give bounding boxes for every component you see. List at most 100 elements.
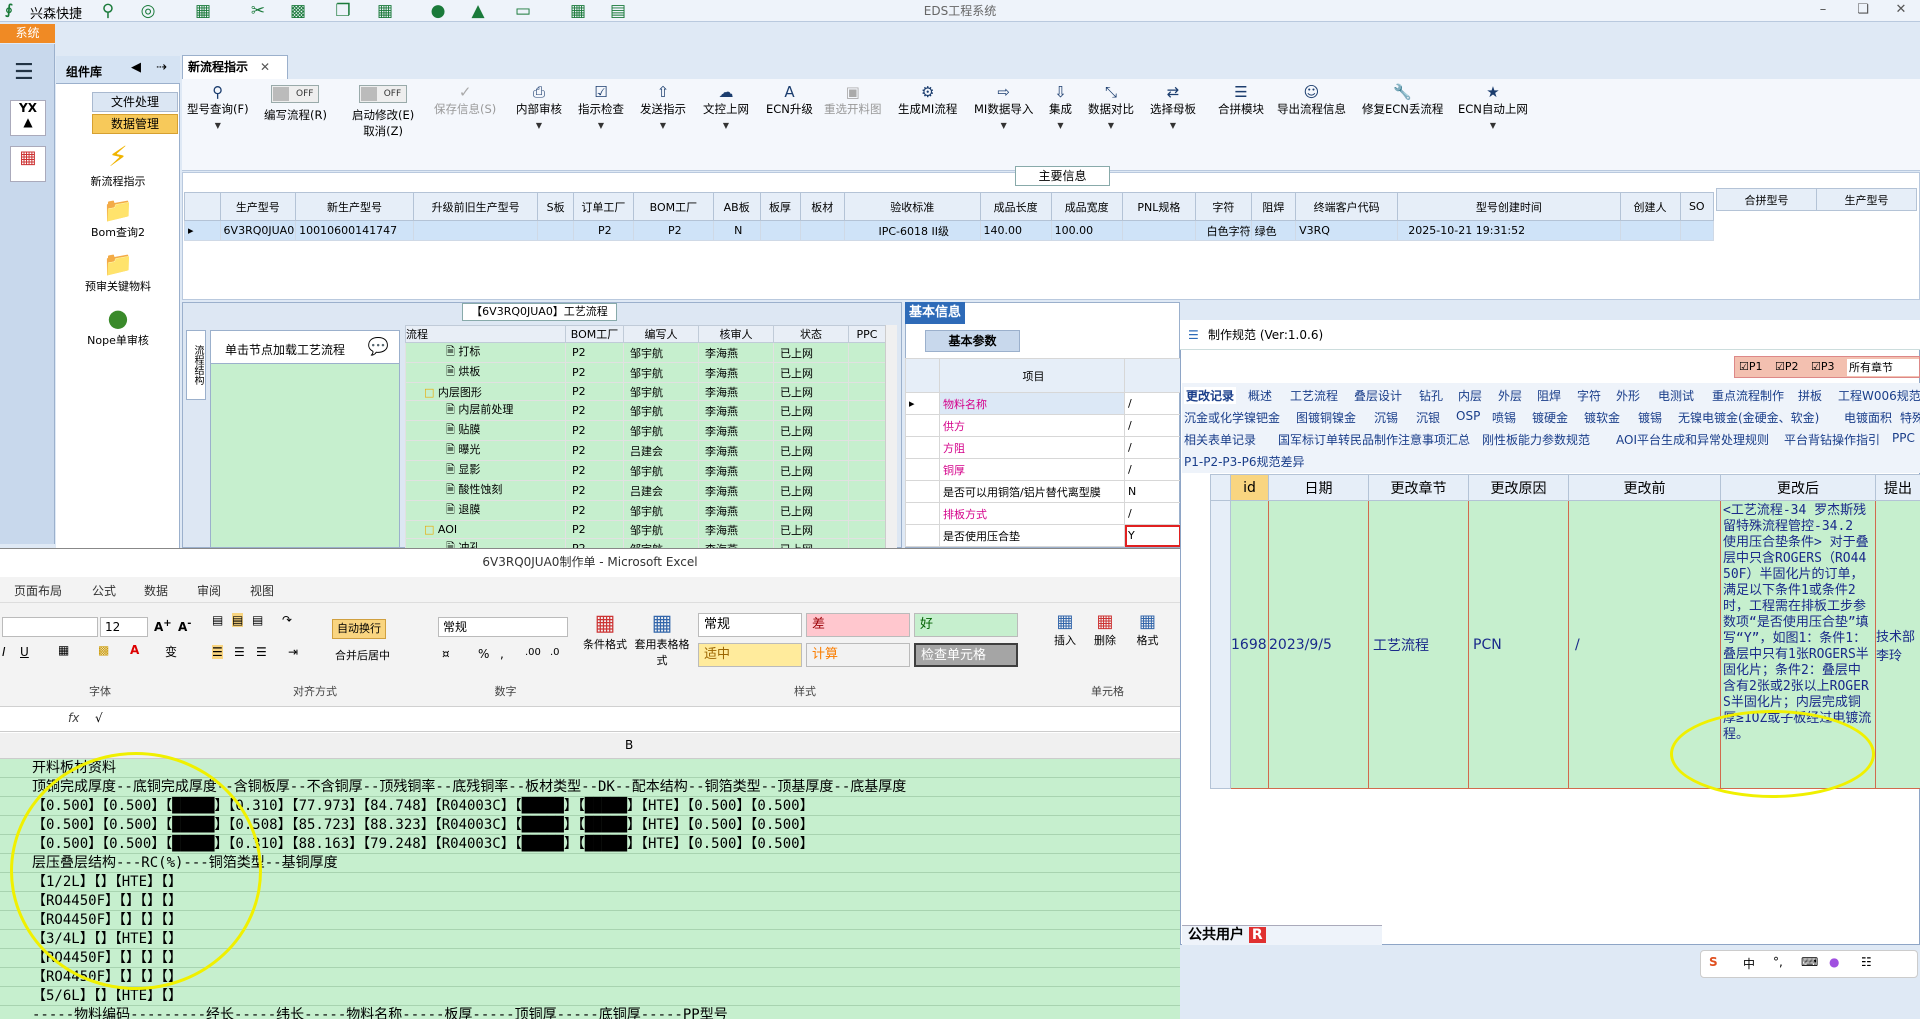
- col-header[interactable]: 订单工厂: [572, 192, 634, 221]
- flow-row-film[interactable]: 🗎 贴膜 P2 邹宇航 李海燕 已上网: [405, 420, 886, 441]
- sogou-icon[interactable]: S: [1709, 955, 1718, 969]
- cell[interactable]: 2025-10-21 19:31:52: [1397, 220, 1621, 241]
- instruction-check-button[interactable]: ☑ 指示检查 ▼: [578, 83, 624, 130]
- chapter-select[interactable]: 所有章节: [1847, 359, 1919, 376]
- flow-row-expose[interactable]: 🗎 曝光 P2 吕建会 李海燕 已上网: [405, 440, 886, 461]
- col-header[interactable]: 编写人: [623, 325, 699, 343]
- style-neutral[interactable]: 适中: [698, 643, 802, 667]
- col-header-id[interactable]: id: [1230, 474, 1269, 501]
- menu-data[interactable]: 数据: [144, 582, 168, 599]
- param-value-pressure-pad[interactable]: Y: [1124, 524, 1181, 547]
- cell[interactable]: [1679, 220, 1715, 241]
- table-row[interactable]: ▸ 6V3RQ0JUA0 10010600141747 P2 P2 N IPC-…: [184, 220, 1715, 241]
- col-header[interactable]: 生产型号: [219, 192, 297, 221]
- col-header[interactable]: 型号创建时间: [1397, 192, 1621, 221]
- col-header[interactable]: PPC: [848, 325, 886, 343]
- tab-stackup[interactable]: 叠层设计: [1354, 387, 1402, 404]
- start-modify-toggle[interactable]: OFF 启动修改(E) 取消(Z): [352, 83, 414, 139]
- percent-icon[interactable]: %: [478, 647, 489, 661]
- model-query-button[interactable]: ⚲ 型号查询(F) ▼: [187, 83, 249, 130]
- close-tab-icon[interactable]: ✕: [260, 60, 270, 74]
- library-item-key-material[interactable]: 📁 预审关键物料: [56, 250, 180, 294]
- align-bottom-icon[interactable]: ▤: [252, 613, 263, 627]
- align-top-icon[interactable]: ▤: [212, 613, 223, 627]
- border-icon[interactable]: ▦: [58, 643, 69, 657]
- flow-row-aoi[interactable]: □ AOI P2 邹宇航 李海燕 已上网: [405, 520, 886, 539]
- tools-icon[interactable]: ☷: [1861, 955, 1872, 969]
- param-value[interactable]: /: [1124, 502, 1181, 525]
- col-header[interactable]: 新生产型号: [295, 192, 414, 221]
- tab-tin-plating[interactable]: 镀锡: [1638, 409, 1662, 426]
- cell[interactable]: 10010600141747: [295, 220, 414, 241]
- delete-cells-button[interactable]: ▦ 删除: [1085, 611, 1125, 648]
- indent-icon[interactable]: ⇥: [288, 645, 298, 659]
- library-item-bom-query[interactable]: 📁 Bom查询2: [56, 196, 180, 240]
- col-header[interactable]: 更改章节: [1368, 474, 1469, 501]
- cell[interactable]: [412, 220, 539, 241]
- style-good[interactable]: 好: [914, 613, 1018, 637]
- keyboard-icon[interactable]: ⌨: [1801, 955, 1818, 969]
- table-icon[interactable]: ▦: [190, 1, 216, 21]
- export-flow-info-button[interactable]: ☺ 导出流程信息: [1277, 83, 1346, 117]
- col-header[interactable]: 成品宽度: [1050, 192, 1123, 221]
- tab-basic-params[interactable]: 基本参数: [925, 330, 1020, 352]
- formula-content[interactable]: √: [95, 711, 103, 725]
- cell[interactable]: N: [712, 220, 761, 241]
- filter-p3[interactable]: ☑P3: [1811, 360, 1835, 373]
- tab-solder-mask[interactable]: 阻焊: [1537, 387, 1561, 404]
- col-header[interactable]: 终端客户代码: [1295, 192, 1399, 221]
- category-file-processing[interactable]: 文件处理: [92, 92, 178, 112]
- library-item-nope-review[interactable]: ● Nope单审核: [56, 304, 180, 348]
- style-normal[interactable]: 常规: [698, 613, 802, 637]
- flow-row-etch[interactable]: 🗎 酸性蚀刻 P2 吕建会 李海燕 已上网: [405, 480, 886, 501]
- menu-icon[interactable]: ☰: [14, 60, 34, 85]
- data-compare-button[interactable]: ⤡ 数据对比 ▼: [1088, 83, 1134, 130]
- tab-military-notes[interactable]: 国军标订单转民品制作注意事项汇总: [1278, 431, 1470, 448]
- grow-font-icon[interactable]: A+: [154, 618, 172, 634]
- style-calc[interactable]: 计算: [806, 643, 910, 667]
- tab-e-test[interactable]: 电测试: [1658, 387, 1694, 404]
- tab-w006[interactable]: 工程W006规范: [1838, 387, 1920, 404]
- cell[interactable]: 绿色: [1250, 220, 1297, 241]
- cell[interactable]: P2: [632, 220, 714, 241]
- tab-immersion-silver[interactable]: 沉银: [1416, 409, 1440, 426]
- tab-legend[interactable]: 字符: [1577, 387, 1601, 404]
- col-header[interactable]: 提出: [1875, 474, 1920, 501]
- tab-ppc[interactable]: PPC: [1892, 431, 1915, 445]
- pin-icon[interactable]: ⇢: [156, 60, 167, 75]
- monitor-icon[interactable]: ▭: [510, 1, 536, 21]
- tab-inner[interactable]: 内层: [1458, 387, 1482, 404]
- cell[interactable]: P2: [572, 220, 634, 241]
- param-value[interactable]: /: [1124, 458, 1181, 481]
- tab-new-flow[interactable]: 新流程指示 ✕: [182, 55, 288, 79]
- merge-center-button[interactable]: 合并后居中: [335, 647, 390, 663]
- ecn-auto-online-button[interactable]: ★ ECN自动上网 ▼: [1458, 83, 1528, 130]
- insert-cells-button[interactable]: ▦ 插入: [1045, 611, 1085, 648]
- close-icon[interactable]: ✕: [1888, 2, 1914, 17]
- tab-soft-gold[interactable]: 镀软金: [1584, 409, 1620, 426]
- conditional-format-button[interactable]: ▦ 条件格式: [580, 611, 630, 652]
- col-header[interactable]: 升级前旧生产型号: [412, 192, 539, 221]
- filter-p1[interactable]: ☑P1: [1739, 360, 1763, 373]
- align-left-icon[interactable]: ☰: [212, 645, 223, 659]
- chinese-mode-icon[interactable]: 中: [1743, 955, 1755, 972]
- reselect-cutting-button[interactable]: ▣ 重选开料图: [824, 83, 882, 117]
- format-cells-button[interactable]: ▦ 格式: [1125, 611, 1170, 648]
- windows-icon[interactable]: ▦: [565, 1, 591, 21]
- notebook-icon[interactable]: ▤: [605, 1, 631, 21]
- search-icon[interactable]: ⚲: [95, 1, 121, 21]
- scissors-icon[interactable]: ✂: [245, 1, 271, 21]
- punctuation-icon[interactable]: °,: [1773, 955, 1783, 969]
- cell[interactable]: V3RQ: [1295, 220, 1399, 241]
- system-tab[interactable]: 系统: [0, 24, 55, 43]
- tab-enig[interactable]: 沉金或化学镍钯金: [1184, 409, 1280, 426]
- user-icon[interactable]: ●: [425, 1, 451, 21]
- underline-icon[interactable]: U: [20, 645, 29, 659]
- library-item-new-flow[interactable]: ⚡ 新流程指示: [56, 140, 180, 189]
- col-header[interactable]: PNL规格: [1121, 192, 1197, 221]
- tab-osp[interactable]: OSP: [1456, 409, 1480, 423]
- menu-formula[interactable]: 公式: [92, 582, 116, 599]
- yx-module-icon[interactable]: YX ▲: [10, 100, 46, 136]
- cell[interactable]: 白色字符: [1195, 220, 1252, 241]
- col-header[interactable]: 字符: [1195, 192, 1252, 221]
